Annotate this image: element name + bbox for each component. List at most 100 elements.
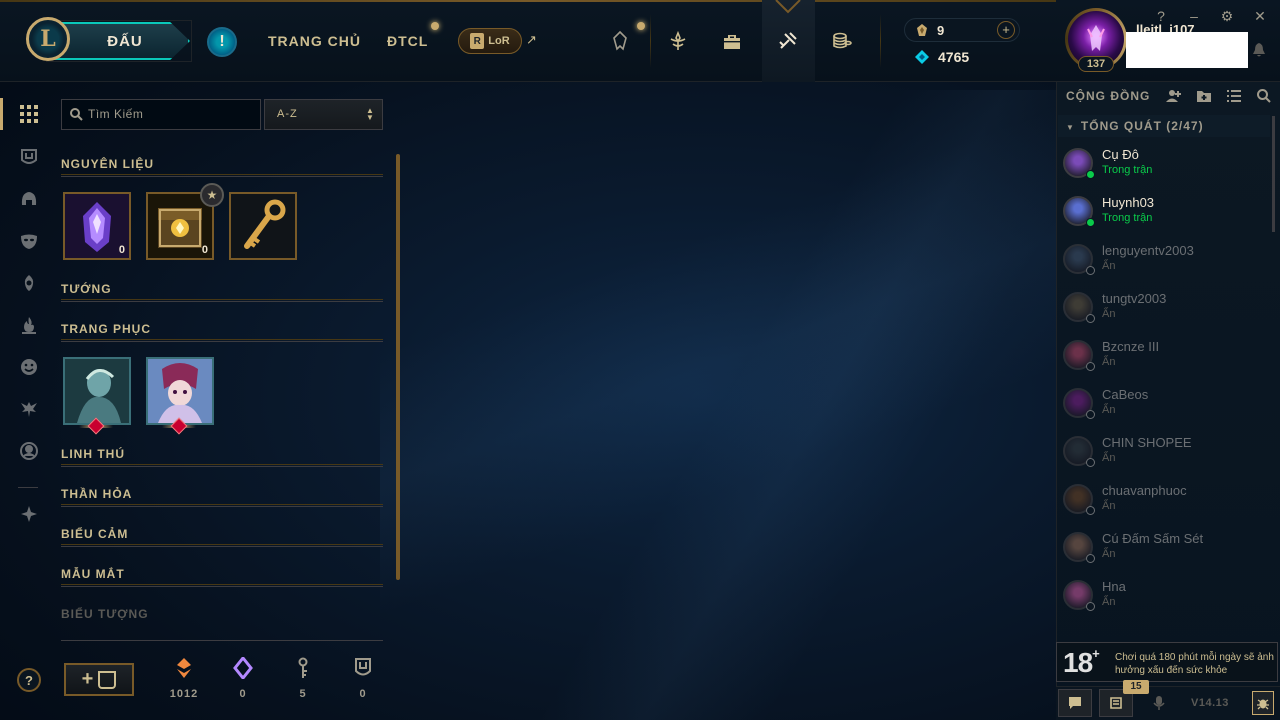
friend-name: lenguyentv2003 [1102,243,1194,258]
section-divider [61,341,383,342]
level-badge: 137 [1078,56,1114,72]
add-friend-icon[interactable] [1165,88,1183,104]
sort-dropdown[interactable]: A-Z ▲ ▼ [264,99,383,130]
chat-button[interactable] [1058,689,1092,717]
friend-name: Huynh03 [1102,195,1155,210]
skin-tile[interactable] [146,357,214,425]
alert-icon[interactable]: ! [207,27,237,57]
little-legend-icon[interactable] [18,398,40,420]
friend-row[interactable]: Bzcnze III Ẩn [1060,336,1270,380]
loot-icon[interactable] [773,26,803,56]
status-dot-icon [1086,170,1095,179]
friend-row[interactable]: tungtv2003 Ẩn [1060,288,1270,332]
friend-status: Trong trận [1102,164,1153,176]
store-icon[interactable] [827,26,857,56]
close-button[interactable]: ✕ [1251,7,1269,25]
section-icons[interactable]: BIỂU TƯỢNG [61,607,383,625]
friend-row[interactable]: Cụ Đô Trong trận [1060,144,1270,188]
notification-count-badge: 15 [1123,680,1149,694]
microphone-icon[interactable] [1148,690,1170,716]
friend-name: Bzcnze III [1102,339,1160,354]
shield-icon [98,670,117,689]
minimize-button[interactable]: – [1185,7,1203,25]
lor-button[interactable]: R LoR [458,28,522,54]
material-orb-tile[interactable]: 0 [63,192,131,260]
nav-tft[interactable]: ĐTCL [387,33,428,49]
profile-icon-icon[interactable] [18,440,40,462]
status-dot-icon [1086,266,1095,275]
social-scrollbar[interactable] [1272,116,1275,232]
skin-tile[interactable] [63,357,131,425]
help-button[interactable]: ? [17,668,41,692]
status-dot-icon [1086,554,1095,563]
nav-home[interactable]: TRANG CHỦ [268,33,361,49]
grid-icon[interactable] [18,103,40,125]
smiley-icon[interactable] [18,356,40,378]
mythic-essence-value: 0 [239,688,247,700]
material-key-tile[interactable] [229,192,297,260]
friend-row[interactable]: chuavanphuoc Ẩn [1060,480,1270,524]
friend-row[interactable]: lenguyentv2003 Ẩn [1060,240,1270,284]
section-emotes[interactable]: BIỂU CẢM [61,527,383,545]
status-dot-icon [1086,218,1095,227]
age-rating-label: 18+ [1063,646,1100,679]
friend-row[interactable]: CaBeos Ẩn [1060,384,1270,428]
bell-icon[interactable] [1252,42,1266,58]
mask-icon[interactable] [18,230,40,252]
emote-flame-icon[interactable] [18,314,40,336]
craft-button[interactable]: + [64,663,134,696]
status-dot-icon [1086,362,1095,371]
material-count: 0 [118,244,125,256]
section-divider [61,176,383,177]
shield-token-icon [355,658,371,676]
nav-separator [650,14,651,68]
rank-icon[interactable] [663,26,693,56]
profile-crest-icon[interactable] [605,26,635,56]
help-window-button[interactable]: ? [1152,7,1170,25]
tft-icon[interactable] [18,503,40,525]
section-skins[interactable]: TRANG PHỤC [61,322,383,340]
friend-status: Ẩn [1102,404,1116,416]
friend-group-label: TỔNG QUÁT (2/47) [1080,119,1204,133]
rail-active-indicator [0,98,3,130]
bug-report-button[interactable] [1252,691,1274,715]
friend-row[interactable]: Hna Ẩn [1060,576,1270,620]
helmet-icon[interactable] [18,188,40,210]
sort-arrows-icon: ▲ ▼ [366,106,375,122]
section-materials[interactable]: NGUYÊN LIỆU [61,157,383,175]
section-champions[interactable]: TƯỚNG [61,282,383,300]
status-dot-icon [1086,506,1095,515]
add-folder-icon[interactable] [1195,88,1213,104]
section-divider [61,546,383,547]
friend-row[interactable]: Cú Đấm Sấm Sét Ẩn [1060,528,1270,572]
section-pets[interactable]: LINH THÚ [61,447,383,465]
friend-row[interactable]: CHIN SHOPEE Ẩn [1060,432,1270,476]
shield-icon[interactable] [18,146,40,168]
friend-name: chuavanphuoc [1102,483,1187,498]
status-dot-icon [1086,410,1095,419]
client-window: ĐẤU L ! TRANG CHỦ ĐTCL R LoR ↗ 9 + 4765 … [0,0,1280,720]
friend-status: Ẩn [1102,308,1116,320]
friend-name: CHIN SHOPEE [1102,435,1192,450]
mythic-essence-icon [233,657,253,679]
search-friends-icon[interactable] [1255,88,1273,104]
settings-gear-icon[interactable]: ⚙ [1218,7,1236,25]
league-logo-icon[interactable]: L [26,17,70,61]
friend-name: Cụ Đô [1102,147,1139,162]
orange-essence-icon [177,658,191,678]
sort-value: A-Z [277,108,298,120]
friend-group-header[interactable]: ▼ TỔNG QUÁT (2/47) [1058,115,1270,137]
add-rp-button[interactable]: + [997,21,1015,39]
chevron-down-icon: ▼ [1066,123,1075,132]
footer-divider [61,640,383,641]
friend-row[interactable]: Huynh03 Trong trận [1060,192,1270,236]
search-input[interactable] [88,104,256,124]
notifications-icon [1110,697,1122,709]
section-summoner-spells[interactable]: THẦN HỎA [61,487,383,505]
collection-scrollbar[interactable] [396,154,400,580]
ward-icon[interactable] [18,272,40,294]
collection-icon[interactable] [717,26,747,56]
list-view-icon[interactable] [1225,88,1243,104]
section-ward-skins[interactable]: MẪU MẮT [61,567,383,585]
status-dot-icon [1086,458,1095,467]
